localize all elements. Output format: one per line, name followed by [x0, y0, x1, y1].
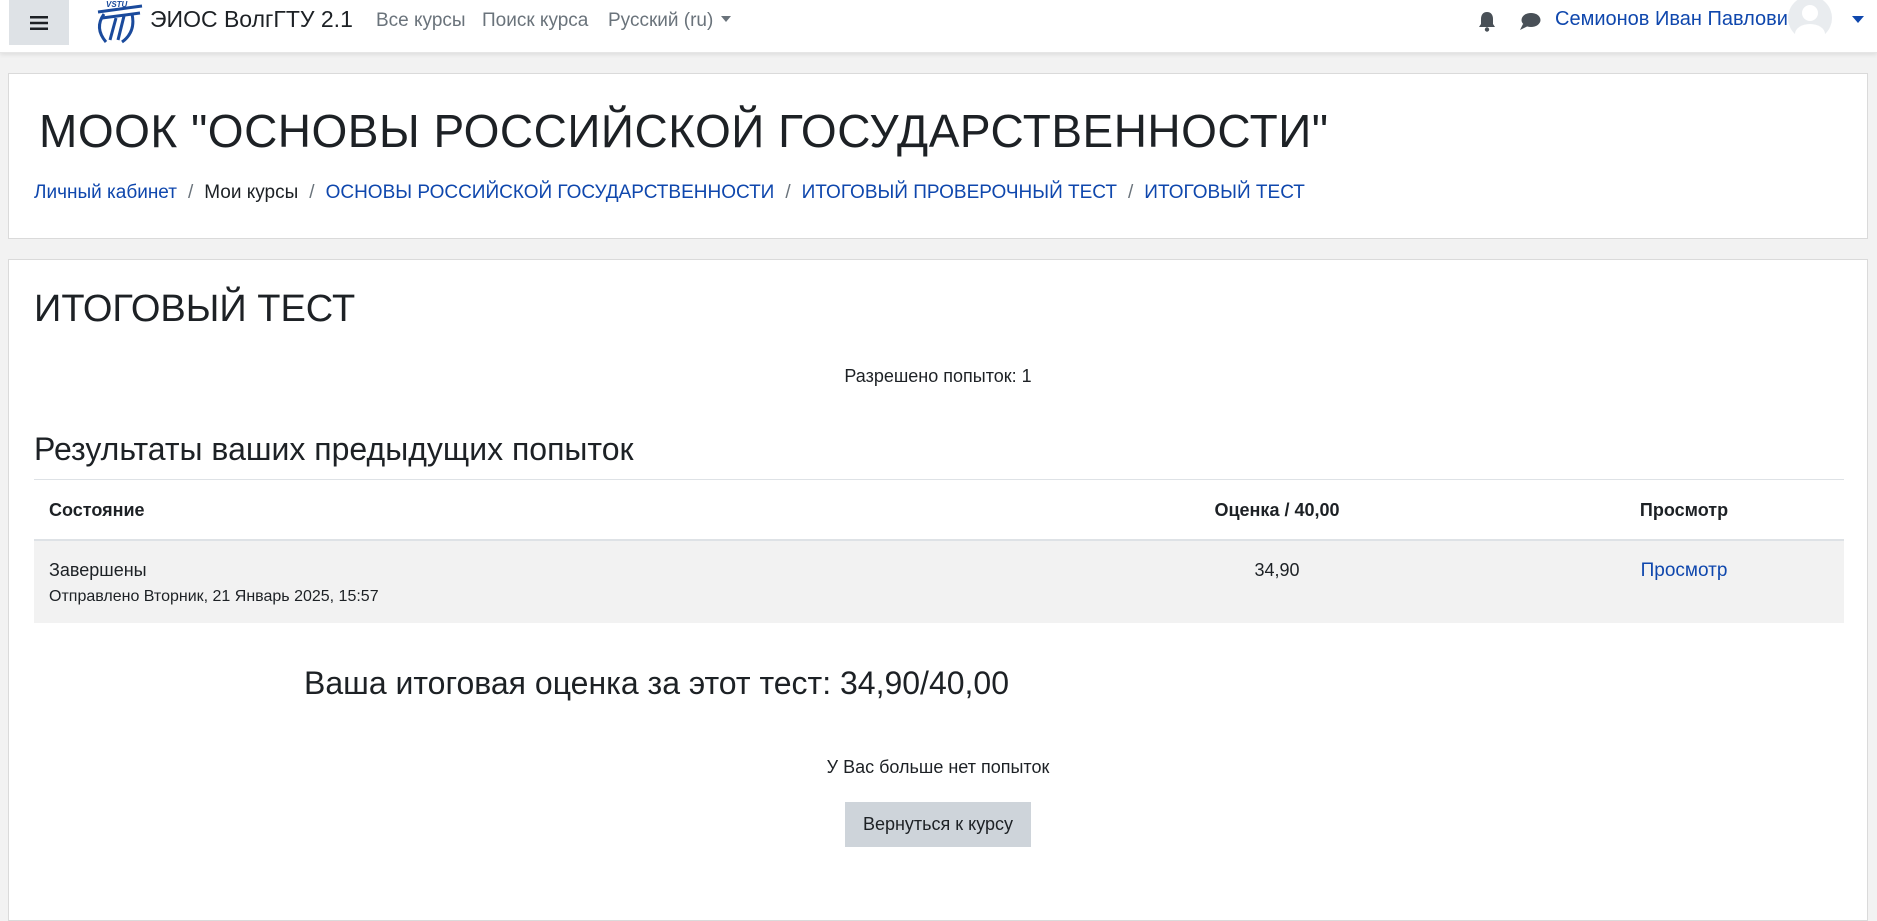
top-navbar: VSTU ЭИОС ВолгГТУ 2.1 Все курсы Поиск ку… [0, 0, 1877, 53]
results-heading: Результаты ваших предыдущих попыток [34, 431, 634, 467]
attempt-state: Завершены [49, 560, 147, 580]
breadcrumb-separator: / [1128, 182, 1134, 203]
breadcrumb-separator: / [187, 182, 194, 203]
attempt-submitted-date: Отправлено Вторник, 21 Январь 2025, 15:5… [49, 588, 379, 605]
bell-icon[interactable] [1477, 10, 1497, 32]
user-name[interactable]: Семионов Иван Павлович [1555, 8, 1798, 31]
breadcrumb: Личный кабинет / Мои курсы / ОСНОВЫ РОССИЙСК… [34, 182, 1305, 204]
menu-icon [30, 15, 48, 30]
back-to-course-button[interactable]: Вернуться к курсу [845, 802, 1031, 847]
breadcrumb-my-courses: Мои курсы [204, 182, 299, 203]
table-row: Завершены Отправлено Вторник, 21 Январь … [34, 541, 1844, 623]
breadcrumb-separator: / [309, 182, 315, 203]
table-header: Состояние Оценка / 40,00 Просмотр [34, 480, 1844, 541]
language-label: Русский (ru) [608, 10, 714, 31]
language-selector[interactable]: Русский (ru) [608, 10, 732, 32]
column-header-state: Состояние [49, 500, 145, 520]
nav-course-search[interactable]: Поиск курса [482, 10, 588, 32]
breadcrumb-quiz[interactable]: ИТОГОВЫЙ ТЕСТ [1144, 182, 1305, 203]
chevron-down-icon [721, 16, 732, 22]
site-name[interactable]: ЭИОС ВолгГТУ 2.1 [150, 6, 353, 33]
breadcrumb-separator: / [785, 182, 791, 203]
attempts-table: Состояние Оценка / 40,00 Просмотр Заверш… [34, 479, 1844, 623]
attempt-grade: 34,90 [1254, 560, 1300, 580]
attempts-allowed: Разрешено попыток: 1 [844, 366, 1032, 386]
user-menu-chevron-icon[interactable] [1852, 16, 1864, 23]
column-header-review: Просмотр [1639, 500, 1729, 520]
no-more-attempts-message: У Вас больше нет попыток [826, 757, 1050, 777]
breadcrumb-course[interactable]: ОСНОВЫ РОССИЙСКОЙ ГОСУДАРСТВЕННОСТИ [326, 182, 775, 203]
chat-icon[interactable] [1519, 11, 1541, 31]
main-content: ИТОГОВЫЙ ТЕСТ Разрешено попыток: 1 Резул… [8, 259, 1868, 921]
course-title: МООК "ОСНОВЫ РОССИЙСКОЙ ГОСУДАРСТВЕННОСТ… [39, 105, 1329, 157]
avatar-icon[interactable] [1787, 0, 1833, 40]
logo-icon[interactable]: VSTU [92, 0, 144, 44]
review-link[interactable]: Просмотр [1584, 560, 1784, 582]
page-header: МООК "ОСНОВЫ РОССИЙСКОЙ ГОСУДАРСТВЕННОСТ… [8, 73, 1868, 239]
quiz-title: ИТОГОВЫЙ ТЕСТ [34, 288, 356, 330]
breadcrumb-dashboard[interactable]: Личный кабинет [34, 182, 177, 203]
menu-toggle-button[interactable] [9, 0, 69, 45]
nav-all-courses[interactable]: Все курсы [376, 10, 466, 32]
breadcrumb-section[interactable]: ИТОГОВЫЙ ПРОВЕРОЧНЫЙ ТЕСТ [802, 182, 1117, 203]
column-header-grade: Оценка / 40,00 [1214, 500, 1340, 520]
final-grade: Ваша итоговая оценка за этот тест: 34,90… [304, 665, 1010, 701]
